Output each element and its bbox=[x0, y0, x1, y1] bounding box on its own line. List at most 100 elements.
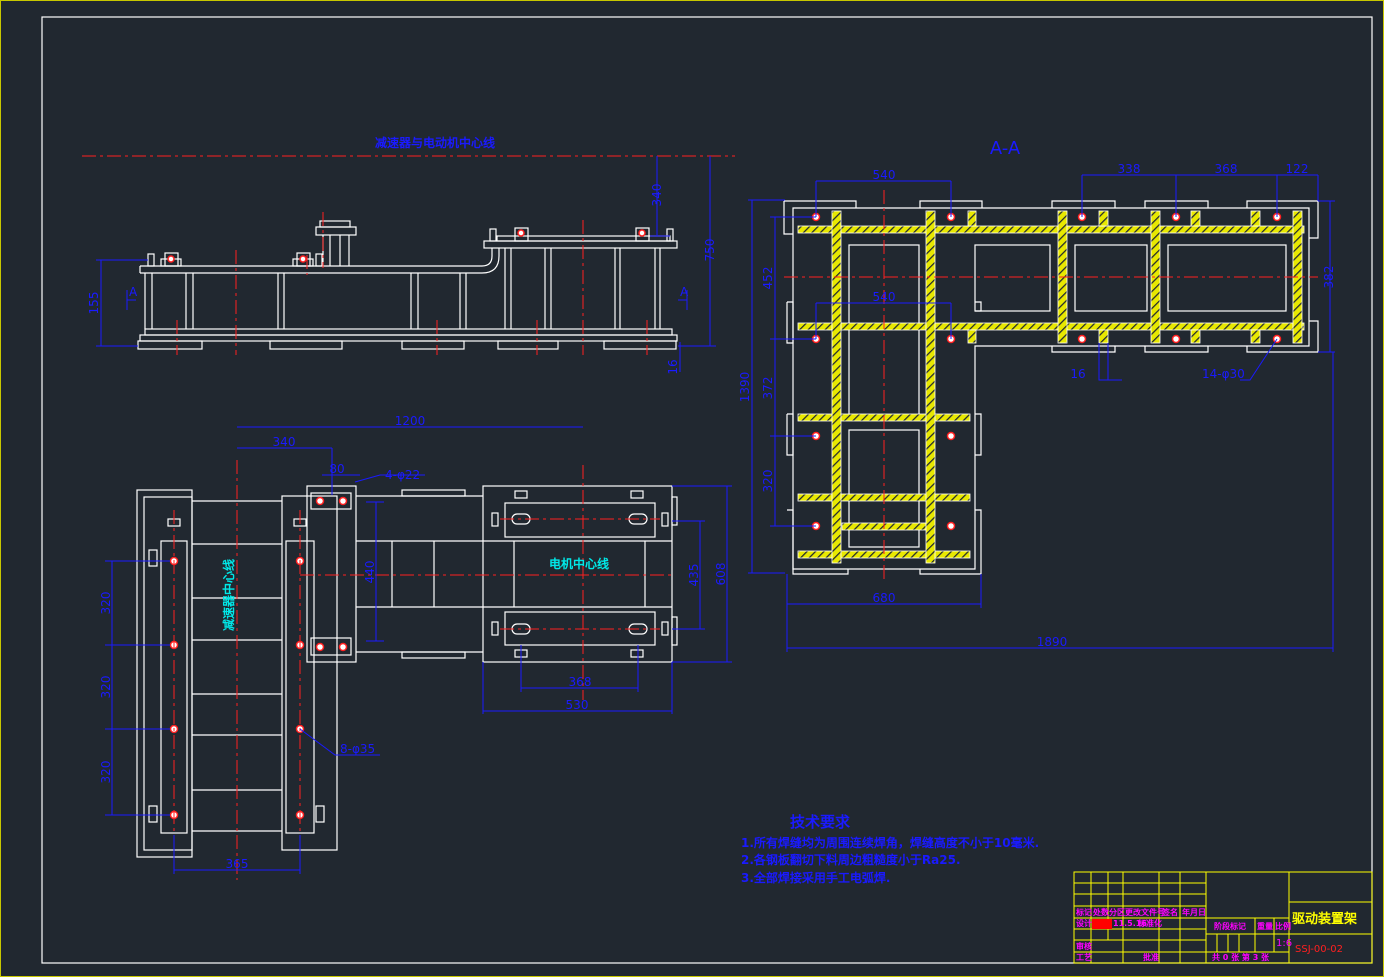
plan-frame-part bbox=[491, 621, 499, 636]
plan-frame-part bbox=[671, 616, 678, 646]
section-title: A-A bbox=[990, 138, 1021, 159]
section-frame bbox=[783, 200, 1319, 575]
plan-frame-part bbox=[504, 502, 656, 538]
side-holes-part bbox=[517, 229, 525, 237]
drawing-number: SSJ-00-02 bbox=[1295, 944, 1343, 955]
dim-365: 365 bbox=[226, 857, 249, 871]
section-holes-part bbox=[1077, 334, 1087, 344]
motor-slots bbox=[511, 513, 648, 635]
weld-hatching-part bbox=[1190, 329, 1201, 344]
dim-1890: 1890 bbox=[1037, 635, 1068, 649]
notes-title: 技术要求 bbox=[790, 813, 851, 831]
side-frame-part bbox=[147, 253, 155, 267]
design-label: 设计 bbox=[1076, 918, 1092, 928]
dim-320-b: 320 bbox=[99, 676, 113, 699]
plan-holes bbox=[169, 496, 348, 820]
side-frame-part bbox=[315, 253, 323, 267]
sheet-count: 共 0 张 第 3 张 bbox=[1212, 952, 1270, 962]
side-holes-part bbox=[299, 255, 307, 263]
side-frame-part bbox=[144, 328, 673, 336]
section-frame-part bbox=[1074, 244, 1148, 312]
scale-value: 1:6 bbox=[1276, 938, 1292, 949]
plan-holes-part bbox=[315, 642, 325, 652]
section-marks-part bbox=[126, 290, 688, 310]
weld-hatching-part bbox=[831, 210, 842, 564]
plan-centerlines-part bbox=[173, 460, 672, 880]
weld-hatching-part bbox=[1250, 210, 1261, 227]
plan-frame-part bbox=[483, 540, 672, 608]
dim-340: 340 bbox=[273, 435, 296, 449]
note-1: 1.所有焊缝均为周围连续焊角，焊缝高度不小于10毫米. bbox=[741, 835, 1039, 850]
weld-hatching-part bbox=[1098, 210, 1109, 227]
side-frame-part bbox=[319, 220, 351, 228]
header-count: 处数 bbox=[1092, 907, 1110, 917]
dim-440: 440 bbox=[363, 561, 377, 584]
weld-hatching-part bbox=[1190, 210, 1201, 227]
drawing-frame bbox=[41, 16, 1373, 964]
dim-540-mid: 540 bbox=[873, 290, 896, 304]
dim-540-top: 540 bbox=[873, 168, 896, 182]
side-centerlines-part bbox=[176, 212, 648, 355]
title-block: 标记 处数 分区 更改文件号 签名 年月日 设计 11.5.16 标准化 审核 … bbox=[1073, 871, 1373, 964]
plan-frame-part bbox=[661, 621, 669, 636]
plan-frame-part bbox=[401, 489, 466, 497]
header-mark: 标记 bbox=[1075, 907, 1092, 917]
side-frame-part bbox=[315, 226, 357, 236]
plan-dimension-lines bbox=[105, 426, 732, 874]
note-3: 3.全部焊接采用手工电弧焊. bbox=[741, 870, 890, 885]
side-frame-part bbox=[603, 340, 677, 350]
dim-155: 155 bbox=[87, 292, 101, 315]
weld-hatching-part bbox=[797, 225, 1305, 234]
side-frame-part bbox=[144, 273, 467, 329]
plan-centerlines bbox=[173, 460, 672, 880]
weld-hatching-part bbox=[1098, 329, 1109, 344]
dim-750: 750 bbox=[703, 239, 717, 262]
holes-14-phi30: 14-φ30 bbox=[1202, 367, 1245, 381]
side-frame-part bbox=[489, 228, 497, 242]
dim-1200: 1200 bbox=[395, 414, 426, 428]
plan-frame-part bbox=[661, 512, 669, 527]
drawing-title: 驱动装置架 bbox=[1292, 911, 1357, 927]
section-holes-part bbox=[946, 431, 956, 441]
side-frame bbox=[137, 220, 678, 350]
plan-holes-part bbox=[338, 642, 348, 652]
header-signature: 签名 bbox=[1161, 907, 1178, 917]
dim-372: 372 bbox=[761, 377, 775, 400]
section-holes-part bbox=[1171, 334, 1181, 344]
plan-holes-part bbox=[315, 496, 325, 506]
plan-frame-part bbox=[630, 649, 644, 658]
dim-80: 80 bbox=[329, 462, 344, 476]
side-holes bbox=[167, 229, 646, 263]
dim-435: 435 bbox=[687, 564, 701, 587]
section-mark-right: A bbox=[680, 285, 689, 299]
side-frame-part bbox=[139, 334, 678, 342]
side-frame-part bbox=[137, 340, 203, 350]
side-dimension-lines bbox=[96, 156, 716, 372]
stage-mark-label: 阶段标记 bbox=[1214, 921, 1246, 931]
side-view: 减速器与电动机中心线 A A 340 750 155 16 bbox=[82, 135, 735, 375]
technical-requirements: 技术要求 1.所有焊缝均为周围连续焊角，焊缝高度不小于10毫米. 2.各钢板翻切… bbox=[741, 813, 1039, 885]
plan-view: 减速器中心线 电机中心线 1200 340 80 4-φ22 440 435 6… bbox=[99, 414, 732, 880]
side-frame-part bbox=[401, 340, 465, 350]
section-holes-part bbox=[946, 521, 956, 531]
review-label: 审核 bbox=[1076, 941, 1092, 951]
plan-frame-part bbox=[281, 495, 338, 851]
dim-320-c: 320 bbox=[99, 761, 113, 784]
dim-452: 452 bbox=[761, 267, 775, 290]
side-frame-part bbox=[322, 235, 350, 266]
plan-holes-part bbox=[338, 496, 348, 506]
section-frame-part bbox=[792, 207, 1310, 570]
plan-dimension-lines-part bbox=[105, 426, 732, 874]
section-frame-part bbox=[783, 201, 982, 575]
plan-frame-part bbox=[401, 651, 466, 659]
dim-368: 368 bbox=[1215, 162, 1238, 176]
section-mark-left: A bbox=[129, 285, 138, 299]
dim-680: 680 bbox=[873, 591, 896, 605]
weight-label: 重量 bbox=[1257, 921, 1273, 931]
side-holes-part bbox=[167, 255, 175, 263]
standardize-label: 标准化 bbox=[1137, 918, 1162, 928]
holes-8-phi35: 8-φ35 bbox=[340, 742, 375, 756]
cad-drawing-canvas: 减速器与电动机中心线 A A 340 750 155 16 减速器中心线 电机中… bbox=[0, 0, 1384, 977]
dim-320: 320 bbox=[761, 470, 775, 493]
section-view-a-a: A-A 540 338 368 122 1390 452 372 320 540… bbox=[738, 138, 1336, 652]
